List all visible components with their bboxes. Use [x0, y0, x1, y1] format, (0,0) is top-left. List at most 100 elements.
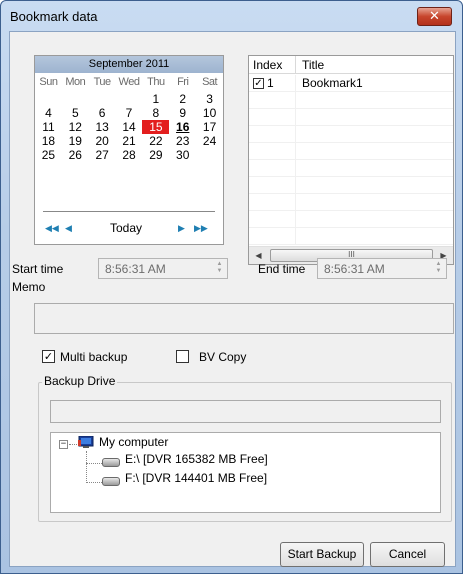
calendar-day[interactable]: 28 — [116, 148, 143, 162]
day-header: Wed — [118, 76, 140, 88]
calendar-day[interactable]: 19 — [62, 134, 89, 148]
list-header: Index Title — [249, 56, 453, 74]
next-year-icon[interactable]: ▶▶ — [194, 219, 208, 237]
bv-copy-label[interactable]: BV Copy — [199, 350, 246, 364]
column-header-title[interactable]: Title — [297, 56, 324, 74]
tree-connector — [69, 444, 77, 445]
computer-icon — [78, 436, 94, 448]
bv-copy-checkbox[interactable] — [176, 350, 189, 363]
column-header-index[interactable]: Index — [249, 56, 296, 74]
bookmark-data-dialog: Bookmark data ✕ September 2011 Sun Mon Tue… — [0, 0, 463, 574]
today-button[interactable]: Today — [110, 219, 142, 237]
empty-list-row — [249, 177, 453, 194]
tree-root-my-computer[interactable]: My computer — [99, 435, 168, 449]
calendar-week-row: 18 19 20 21 22 23 24 — [35, 134, 223, 148]
empty-list-row — [249, 228, 453, 245]
prev-month-icon[interactable]: ◀ — [65, 219, 72, 237]
day-header: Tue — [93, 76, 112, 88]
empty-index-cell — [249, 177, 296, 194]
backup-drive-path-field[interactable] — [50, 400, 441, 423]
end-time-spinner[interactable]: ▲ ▼ — [433, 261, 444, 276]
tree-drive-e[interactable]: E:\ [DVR 165382 MB Free] — [125, 452, 268, 466]
calendar: September 2011 Sun Mon Tue Wed Thu Fri Sat 123… — [34, 55, 224, 245]
start-time-spinner[interactable]: ▲ ▼ — [214, 261, 225, 276]
day-header: Sat — [202, 76, 218, 88]
calendar-nav: ◀◀ ◀ Today ▶ ▶▶ — [35, 219, 223, 237]
start-time-field[interactable]: 8:56:31 AM ▲ ▼ — [98, 258, 228, 279]
drive-tree: − My computer E:\ [DVR 165382 MB Free] F… — [50, 432, 441, 513]
calendar-day[interactable]: 21 — [116, 134, 143, 148]
calendar-day[interactable]: 2 — [169, 92, 196, 106]
empty-index-cell — [249, 194, 296, 211]
calendar-day[interactable]: 10 — [196, 106, 223, 120]
hard-drive-icon — [102, 477, 120, 486]
calendar-day[interactable]: 14 — [116, 120, 143, 134]
calendar-month-label: September 2011 — [35, 56, 223, 73]
calendar-day[interactable]: 1 — [142, 92, 169, 106]
collapse-icon[interactable]: − — [59, 440, 68, 449]
hard-drive-icon — [102, 458, 120, 467]
calendar-day[interactable]: 5 — [62, 106, 89, 120]
multi-backup-label[interactable]: Multi backup — [60, 350, 127, 364]
start-time-value: 8:56:31 AM — [105, 262, 166, 276]
empty-list-row — [249, 160, 453, 177]
close-button[interactable]: ✕ — [417, 7, 452, 26]
calendar-day[interactable]: 4 — [35, 106, 62, 120]
tree-connector — [86, 451, 87, 483]
calendar-day[interactable]: 7 — [116, 106, 143, 120]
title-bar: Bookmark data ✕ — [1, 1, 462, 31]
empty-index-cell — [249, 160, 296, 177]
cancel-button[interactable]: Cancel — [370, 542, 445, 567]
empty-index-cell — [249, 228, 296, 245]
bookmark-row-checkbox[interactable]: ✓ — [253, 78, 264, 89]
calendar-day[interactable]: 17 — [196, 120, 223, 134]
empty-list-row — [249, 92, 453, 109]
calendar-week-row: 123 — [35, 92, 223, 106]
memo-input[interactable] — [34, 303, 454, 334]
calendar-week-row: 11 12 13 14 15 16 17 — [35, 120, 223, 134]
close-icon: ✕ — [429, 9, 440, 24]
calendar-day[interactable]: 11 — [35, 120, 62, 134]
calendar-day[interactable]: 26 — [62, 148, 89, 162]
end-time-field[interactable]: 8:56:31 AM ▲ ▼ — [317, 258, 447, 279]
empty-index-cell — [249, 92, 296, 109]
tree-connector — [86, 482, 102, 483]
calendar-day-selected[interactable]: 15 — [142, 120, 170, 134]
bookmark-title: Bookmark1 — [302, 76, 363, 90]
calendar-day[interactable]: 29 — [142, 148, 169, 162]
calendar-day[interactable]: 9 — [169, 106, 196, 120]
calendar-day[interactable]: 27 — [89, 148, 116, 162]
tree-drive-f[interactable]: F:\ [DVR 144401 MB Free] — [125, 471, 267, 485]
index-cell: ✓ 1 — [249, 75, 296, 92]
empty-list-row — [249, 211, 453, 228]
calendar-day[interactable]: 30 — [169, 148, 196, 162]
prev-year-icon[interactable]: ◀◀ — [45, 219, 59, 237]
calendar-day[interactable]: 22 — [142, 134, 169, 148]
calendar-divider — [43, 211, 215, 212]
calendar-day[interactable]: 23 — [169, 134, 196, 148]
bookmark-index: 1 — [267, 76, 274, 90]
multi-backup-checkbox[interactable]: ✓ — [42, 350, 55, 363]
calendar-day[interactable]: 24 — [196, 134, 223, 148]
calendar-day[interactable]: 13 — [89, 120, 116, 134]
calendar-week-row: 4 5 6 7 8 9 10 — [35, 106, 223, 120]
start-backup-button[interactable]: Start Backup — [280, 542, 364, 567]
calendar-day[interactable]: 20 — [89, 134, 116, 148]
next-month-icon[interactable]: ▶ — [178, 219, 185, 237]
calendar-day[interactable]: 3 — [196, 92, 223, 106]
calendar-day[interactable]: 25 — [35, 148, 62, 162]
day-header: Thu — [147, 76, 165, 88]
calendar-day[interactable]: 8 — [142, 106, 169, 120]
list-rows: ✓ 1 Bookmark1 — [249, 75, 453, 245]
tree-connector — [86, 463, 102, 464]
empty-index-cell — [249, 109, 296, 126]
calendar-day[interactable]: 18 — [35, 134, 62, 148]
calendar-day-headers: Sun Mon Tue Wed Thu Fri Sat — [35, 74, 223, 91]
empty-list-row — [249, 126, 453, 143]
bookmark-row[interactable]: ✓ 1 Bookmark1 — [249, 75, 453, 92]
memo-label: Memo — [12, 280, 46, 294]
start-time-label: Start time — [12, 262, 64, 276]
calendar-day-today[interactable]: 16 — [169, 120, 196, 134]
calendar-day[interactable]: 6 — [89, 106, 116, 120]
calendar-day[interactable]: 12 — [62, 120, 89, 134]
